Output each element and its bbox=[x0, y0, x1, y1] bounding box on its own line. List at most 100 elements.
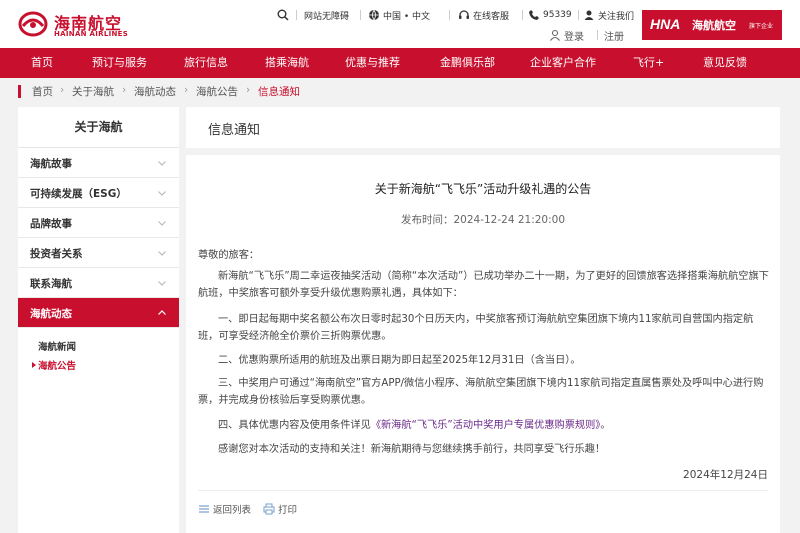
logo-text-en: HAINAN AIRLINES bbox=[54, 30, 129, 38]
article: 关于新海航“飞飞乐”活动升级礼遇的公告 发布时间：2024-12-24 21:2… bbox=[186, 155, 780, 533]
article-publish-time: 发布时间：2024-12-24 21:20:00 bbox=[400, 214, 566, 226]
chevron-up-icon bbox=[158, 310, 166, 315]
util-divider bbox=[578, 10, 579, 20]
print-label: 打印 bbox=[278, 505, 298, 516]
util-divider bbox=[360, 10, 361, 20]
nav-item-fortune-wings[interactable]: 金鹏俱乐部 bbox=[440, 48, 495, 78]
article-paragraph: 新海航“飞飞乐”周二幸运夜抽奖活动（简称“本次活动”）已成功举办二十一期，为了更… bbox=[198, 271, 769, 299]
sidebar: 关于海航 海航故事 可持续发展（ESG） 品牌故事 投资者关系 联系海航 海航动… bbox=[18, 107, 179, 533]
content-section-header: 信息通知 bbox=[186, 107, 780, 148]
util-divider bbox=[597, 30, 598, 40]
back-to-list-button[interactable]: 返回列表 bbox=[198, 501, 251, 517]
list-icon bbox=[199, 505, 209, 513]
chevron-down-icon bbox=[158, 161, 166, 166]
sidebar-item-label: 海航动态 bbox=[30, 308, 72, 320]
sidebar-item-esg[interactable]: 可持续发展（ESG） bbox=[18, 178, 179, 208]
online-service-label: 在线客服 bbox=[473, 11, 510, 22]
breadcrumb-separator: › bbox=[246, 84, 251, 96]
sidebar-item-brand[interactable]: 品牌故事 bbox=[18, 208, 179, 238]
site-header: 海南航空 HAINAN AIRLINES 网站无障碍 中国 • 中文 在线客服 … bbox=[0, 0, 800, 48]
online-service-link[interactable]: 在线客服 bbox=[458, 8, 509, 22]
hna-logo-text: HNA bbox=[650, 16, 681, 32]
hainan-logo[interactable]: 海南航空 HAINAN AIRLINES bbox=[18, 8, 138, 40]
headset-icon bbox=[459, 10, 469, 19]
login-label: 登录 bbox=[564, 31, 584, 43]
phone-number: 95339 bbox=[543, 10, 572, 20]
sidebar-item-story[interactable]: 海航故事 bbox=[18, 148, 179, 178]
nav-item-feedback[interactable]: 意见反馈 bbox=[703, 48, 747, 78]
accessibility-link[interactable] bbox=[277, 8, 292, 22]
sidebar-item-contact[interactable]: 联系海航 bbox=[18, 268, 179, 298]
article-title: 关于新海航“飞飞乐”活动升级礼遇的公告 bbox=[374, 182, 592, 196]
nav-item-fly-hainan[interactable]: 搭乘海航 bbox=[265, 48, 309, 78]
sidebar-item-label: 海航故事 bbox=[30, 158, 72, 170]
region-selector[interactable]: 中国 • 中文 bbox=[368, 8, 430, 22]
breadcrumb-home[interactable]: 首页 bbox=[32, 84, 53, 100]
hna-group-banner[interactable]: HNA 海航航空 旗下企业 bbox=[642, 10, 782, 40]
article-paragraph: 感谢您对本次活动的支持和关注！新海航期待与您继续携手前行，共同享受飞行乐趣！ bbox=[218, 444, 606, 455]
hna-cn-text: 海航航空 bbox=[692, 19, 736, 32]
breadcrumb-news[interactable]: 海航动态 bbox=[134, 84, 176, 100]
phone-link[interactable]: 95339 bbox=[528, 8, 572, 22]
rules-link[interactable]: 《新海航“飞飞乐”活动中奖用户专属优惠购票规则》 bbox=[371, 420, 601, 431]
sidebar-item-label: 品牌故事 bbox=[30, 218, 72, 230]
article-paragraph: 一、即日起每期中奖名额公布次日零时起30个日历天内，中奖旅客预订海航航空集团旗下… bbox=[198, 314, 754, 342]
hainan-logo-mark-icon bbox=[18, 11, 48, 37]
printer-icon bbox=[263, 503, 275, 515]
article-greeting: 尊敬的旅客： bbox=[198, 250, 260, 261]
register-link[interactable]: 注册 bbox=[604, 28, 624, 43]
article-paragraph: 三、中奖用户可通过“海南航空”官方APP/微信小程序、海航航空集团旗下境内11家… bbox=[198, 378, 764, 406]
util-divider bbox=[449, 10, 450, 20]
accessibility-link-text[interactable]: 网站无障碍 bbox=[304, 8, 349, 22]
current-arrow-icon bbox=[32, 362, 36, 368]
sidebar-item-label: 联系海航 bbox=[30, 278, 72, 290]
search-icon bbox=[277, 9, 289, 21]
sidebar-title: 关于海航 bbox=[18, 107, 179, 148]
section-title: 信息通知 bbox=[208, 123, 261, 138]
nav-item-offers[interactable]: 优惠与推荐 bbox=[345, 48, 400, 78]
nav-item-booking[interactable]: 预订与服务 bbox=[92, 48, 147, 78]
chevron-down-icon bbox=[158, 251, 166, 256]
article-paragraph: 二、优惠购票所适用的航班及出票日期为即日起至2025年12月31日（含当日）。 bbox=[218, 355, 581, 366]
main-nav: 首页 预订与服务 旅行信息 搭乘海航 优惠与推荐 金鹏俱乐部 企业客户合作 飞行… bbox=[0, 48, 800, 78]
breadcrumb-announcements[interactable]: 海航公告 bbox=[196, 84, 238, 100]
breadcrumb-separator: › bbox=[122, 84, 127, 96]
sidebar-item-dynamics[interactable]: 海航动态 bbox=[18, 298, 179, 328]
region-label: 中国 • 中文 bbox=[383, 11, 431, 22]
sidebar-subitem-announcements[interactable]: 海航公告 bbox=[38, 358, 76, 372]
follow-us-link[interactable]: 关注我们 bbox=[583, 8, 634, 22]
globe-icon bbox=[369, 9, 379, 21]
chevron-down-icon bbox=[158, 191, 166, 196]
hna-sub-text: 旗下企业 bbox=[749, 23, 774, 30]
sidebar-subitem-news[interactable]: 海航新闻 bbox=[38, 339, 76, 353]
follow-icon bbox=[584, 10, 594, 20]
article-paragraph: 四、具体优惠内容及使用条件详见《新海航“飞飞乐”活动中奖用户专属优惠购票规则》。 bbox=[198, 417, 770, 434]
chevron-down-icon bbox=[158, 281, 166, 286]
breadcrumb-separator: › bbox=[184, 84, 189, 96]
breadcrumb-about[interactable]: 关于海航 bbox=[72, 84, 114, 100]
article-footer-divider bbox=[198, 490, 768, 491]
register-label: 注册 bbox=[604, 31, 624, 43]
accessibility-label: 网站无障碍 bbox=[304, 11, 350, 22]
paragraph-suffix: 。 bbox=[600, 420, 611, 431]
follow-us-label: 关注我们 bbox=[598, 11, 635, 22]
nav-item-travel-info[interactable]: 旅行信息 bbox=[184, 48, 228, 78]
login-link[interactable]: 登录 bbox=[549, 28, 584, 43]
phone-icon bbox=[529, 10, 539, 20]
print-button[interactable]: 打印 bbox=[263, 501, 297, 517]
sidebar-item-label: 投资者关系 bbox=[30, 248, 83, 260]
sidebar-item-investors[interactable]: 投资者关系 bbox=[18, 238, 179, 268]
nav-item-corporate[interactable]: 企业客户合作 bbox=[530, 48, 596, 78]
chevron-down-icon bbox=[158, 221, 166, 226]
nav-item-fly-plus[interactable]: 飞行+ bbox=[633, 48, 664, 78]
breadcrumb-separator: › bbox=[60, 84, 65, 96]
util-divider bbox=[522, 10, 523, 20]
breadcrumb-current: 信息通知 bbox=[258, 86, 300, 98]
paragraph-prefix: 四、具体优惠内容及使用条件详见 bbox=[218, 420, 371, 431]
user-icon bbox=[550, 29, 560, 41]
breadcrumb-marker bbox=[18, 85, 21, 98]
nav-item-home[interactable]: 首页 bbox=[31, 48, 53, 78]
signature-date: 2024年12月24日 bbox=[683, 469, 768, 481]
back-to-list-label: 返回列表 bbox=[213, 505, 252, 516]
sidebar-item-label: 可持续发展（ESG） bbox=[30, 188, 127, 200]
